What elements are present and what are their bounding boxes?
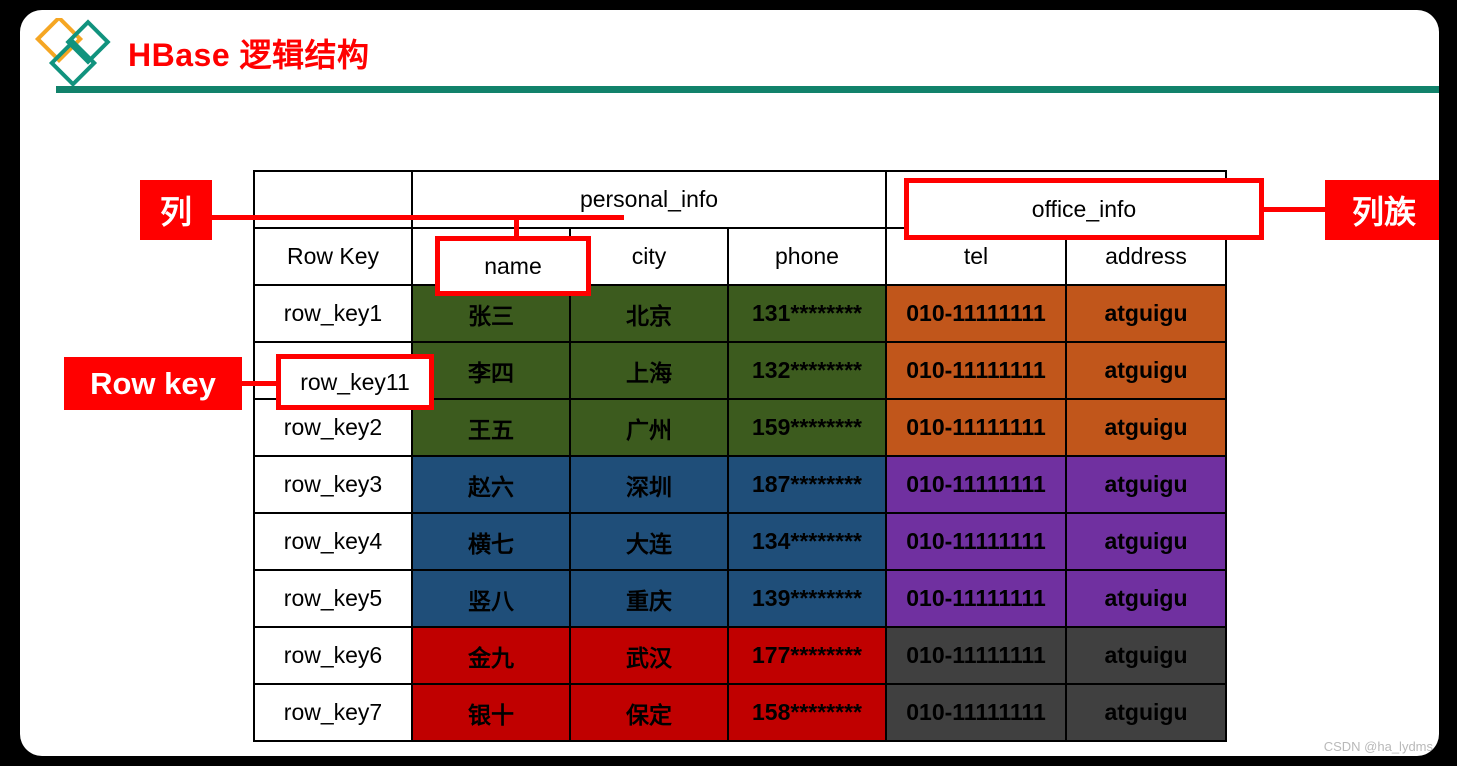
cell-city: 大连	[569, 512, 729, 571]
cell-phone: 134********	[727, 512, 887, 571]
cell-address: atguigu	[1065, 683, 1227, 742]
cell-row-key: row_key6	[253, 626, 413, 685]
cell-phone: 158********	[727, 683, 887, 742]
table-row: row_key7 银十 保定 158******** 010-11111111 atgui…	[253, 683, 1227, 742]
cell-tel: 010-11111111	[885, 284, 1067, 343]
table-row: row_key4 横七 大连 134******** 010-11111111 atgui…	[253, 512, 1227, 571]
highlight-box-name-column: name	[435, 236, 591, 296]
cell-tel: 010-11111111	[885, 512, 1067, 571]
table-row: row_key3 赵六 深圳 187******** 010-11111111 atgui…	[253, 455, 1227, 514]
cell-city: 广州	[569, 398, 729, 457]
cell-tel: 010-11111111	[885, 569, 1067, 628]
table-row: row_key1 张三 北京 131******** 010-11111111 atgui…	[253, 284, 1227, 343]
slide-canvas: HBase 逻辑结构 personal_infooffice_infoRow K…	[20, 10, 1439, 756]
page-title: HBase 逻辑结构	[128, 37, 370, 73]
column-header: phone	[727, 227, 887, 286]
slide-header: HBase 逻辑结构	[20, 10, 1439, 93]
cell-city: 保定	[569, 683, 729, 742]
connector-column-to-name	[212, 215, 624, 220]
hbase-logical-structure-table: personal_infooffice_infoRow Keynamecityp…	[253, 170, 1227, 742]
cell-tel: 010-11111111	[885, 455, 1067, 514]
cell-city: 深圳	[569, 455, 729, 514]
cell-phone: 159********	[727, 398, 887, 457]
cell-tel: 010-11111111	[885, 341, 1067, 400]
column-header: Row Key	[253, 227, 413, 286]
cell-address: atguigu	[1065, 569, 1227, 628]
cell-city: 武汉	[569, 626, 729, 685]
cell-phone: 187********	[727, 455, 887, 514]
table-row: row_key5 竖八 重庆 139******** 010-11111111 atgui…	[253, 569, 1227, 628]
cell-tel: 010-11111111	[885, 398, 1067, 457]
cell-phone: 139********	[727, 569, 887, 628]
cell-tel: 010-11111111	[885, 683, 1067, 742]
cell-phone: 177********	[727, 626, 887, 685]
highlight-box-office-info: office_info	[904, 178, 1264, 240]
watermark: CSDN @ha_lydms	[1323, 739, 1433, 754]
cell-address: atguigu	[1065, 398, 1227, 457]
annotation-column-family-label: 列族	[1325, 180, 1439, 240]
cell-phone: 132********	[727, 341, 887, 400]
cell-city: 上海	[569, 341, 729, 400]
cell-tel: 010-11111111	[885, 626, 1067, 685]
annotation-column-label: 列	[140, 180, 212, 240]
column-header: city	[569, 227, 729, 286]
cell-address: atguigu	[1065, 455, 1227, 514]
connector-family-to-office	[1263, 207, 1327, 212]
cell-name: 竖八	[411, 569, 571, 628]
header-divider	[56, 86, 1439, 93]
cell-address: atguigu	[1065, 341, 1227, 400]
cell-row-key: row_key5	[253, 569, 413, 628]
cell-city: 重庆	[569, 569, 729, 628]
cell-row-key: row_key4	[253, 512, 413, 571]
highlight-label-name: name	[484, 252, 542, 279]
highlight-label-office-info: office_info	[1031, 195, 1137, 222]
cell-name: 金九	[411, 626, 571, 685]
cell-row-key: row_key3	[253, 455, 413, 514]
atguigu-diamond-logo-icon	[34, 14, 120, 90]
cell-name: 银十	[411, 683, 571, 742]
connector-rowkey-to-cell	[242, 381, 278, 386]
data-table: personal_infooffice_infoRow Keynamecityp…	[253, 170, 1227, 742]
cell-city: 北京	[569, 284, 729, 343]
annotation-row-key-label: Row key	[64, 357, 242, 410]
table-body: personal_infooffice_infoRow Keynamecityp…	[253, 170, 1227, 742]
cell-name: 横七	[411, 512, 571, 571]
cell-address: atguigu	[1065, 512, 1227, 571]
cell-address: atguigu	[1065, 284, 1227, 343]
cell-address: atguigu	[1065, 626, 1227, 685]
cell-row-key: row_key1	[253, 284, 413, 343]
cell-phone: 131********	[727, 284, 887, 343]
highlight-box-row-key11: row_key11	[276, 354, 434, 410]
cell-name: 李四	[411, 341, 571, 400]
table-row: row_key6 金九 武汉 177******** 010-11111111 atgui…	[253, 626, 1227, 685]
highlight-label-row-key11: row_key11	[300, 368, 410, 395]
cell-row-key: row_key7	[253, 683, 413, 742]
cell-name: 王五	[411, 398, 571, 457]
cell-name: 赵六	[411, 455, 571, 514]
